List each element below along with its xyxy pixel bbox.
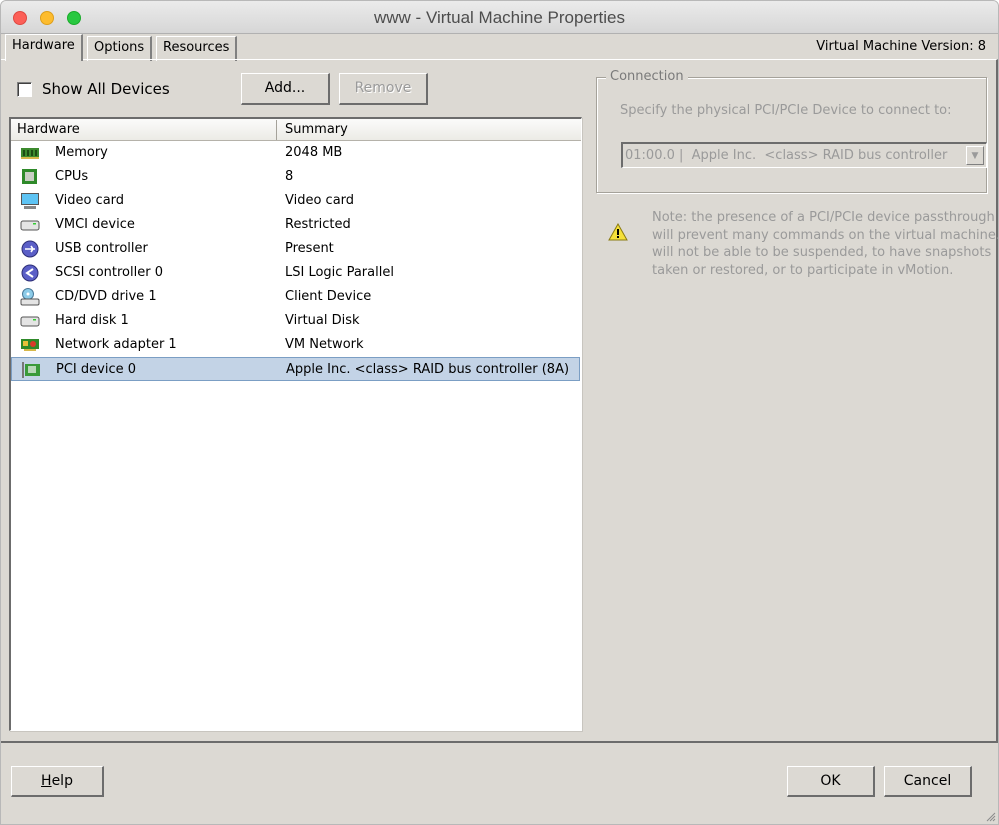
hardware-name: USB controller <box>55 241 148 256</box>
window-title: www - Virtual Machine Properties <box>374 8 625 27</box>
hardware-name: Memory <box>55 145 108 160</box>
connection-legend: Connection <box>606 69 688 84</box>
show-all-devices-checkbox[interactable] <box>17 81 32 97</box>
note-line: taken or restored, or to participate in … <box>652 262 954 278</box>
hardware-summary: 8 <box>285 169 294 184</box>
title-bar[interactable]: www - Virtual Machine Properties <box>1 1 998 34</box>
connection-group: Connection Specify the physical PCI/PCIe… <box>596 69 987 193</box>
hardware-summary: Apple Inc. <class> RAID bus controller (… <box>286 362 570 377</box>
hardware-name: CPUs <box>55 169 89 184</box>
help-accelerator: H <box>41 773 52 789</box>
table-row-cpus[interactable]: CPUs 8 <box>11 165 580 189</box>
tab-hardware[interactable]: Hardware <box>5 34 83 61</box>
show-all-devices-row[interactable]: Show All Devices <box>17 80 170 98</box>
table-row-vmci-device[interactable]: VMCI device Restricted <box>11 213 580 237</box>
passthrough-note: Note: the presence of a PCI/PCIe device … <box>652 209 998 279</box>
note-line: Note: the presence of a PCI/PCIe device … <box>652 210 995 225</box>
vm-version-label: Virtual Machine Version: 8 <box>816 39 986 54</box>
tab-resources[interactable]: Resources <box>156 36 238 61</box>
chevron-down-icon[interactable]: ▼ <box>966 146 984 165</box>
hardware-name: PCI device 0 <box>56 362 136 377</box>
remove-hardware-button[interactable]: Remove <box>339 73 428 105</box>
hardware-tab-panel: Show All Devices Add... Remove Hardware … <box>1 59 998 743</box>
column-header-summary[interactable]: Summary <box>285 122 348 137</box>
hardware-summary: Virtual Disk <box>285 313 360 328</box>
table-row-hard-disk[interactable]: Hard disk 1 Virtual Disk <box>11 309 580 333</box>
hardware-summary: Present <box>285 241 334 256</box>
cpu-icon <box>22 169 37 184</box>
table-row-usb-controller[interactable]: USB controller Present <box>11 237 580 261</box>
show-all-devices-label[interactable]: Show All Devices <box>42 80 170 98</box>
monitor-icon <box>21 193 39 209</box>
table-row-video-card[interactable]: Video card Video card <box>11 189 580 213</box>
hardware-table: Hardware Summary Memory 2048 MB CPUs 8 V… <box>9 117 582 731</box>
hardware-name: Network adapter 1 <box>55 337 177 352</box>
memory-icon <box>21 148 39 159</box>
pci-device-select[interactable]: 01:00.0 | Apple Inc. <class> RAID bus co… <box>621 142 987 168</box>
table-row-network-adapter[interactable]: Network adapter 1 VM Network <box>11 333 580 357</box>
hardware-summary: LSI Logic Parallel <box>285 265 394 280</box>
note-line: will not be able to be suspended, to hav… <box>652 245 992 260</box>
hardware-summary: Restricted <box>285 217 351 232</box>
note-line: will prevent many commands on the virtua… <box>652 227 998 243</box>
scsi-icon <box>21 264 39 282</box>
tab-strip: Hardware Options Resources Virtual Machi… <box>1 34 998 61</box>
hardware-name: Hard disk 1 <box>55 313 129 328</box>
cancel-button[interactable]: Cancel <box>884 766 972 797</box>
device-drive-icon <box>20 220 40 231</box>
table-row-cd-dvd-drive[interactable]: CD/DVD drive 1 Client Device <box>11 285 580 309</box>
network-adapter-icon <box>21 339 39 351</box>
vm-properties-window: www - Virtual Machine Properties Hardwar… <box>0 0 999 825</box>
connection-description: Specify the physical PCI/PCIe Device to … <box>620 103 952 118</box>
warning-icon <box>608 223 628 241</box>
cd-dvd-icon <box>20 288 40 306</box>
help-label: elp <box>51 773 73 789</box>
hardware-summary: VM Network <box>285 337 364 352</box>
hardware-summary: 2048 MB <box>285 145 343 160</box>
usb-icon <box>21 240 39 258</box>
hardware-summary: Client Device <box>285 289 372 304</box>
table-header: Hardware Summary <box>11 119 581 141</box>
pci-device-select-value: 01:00.0 | Apple Inc. <class> RAID bus co… <box>625 148 948 163</box>
tab-options[interactable]: Options <box>87 36 153 61</box>
column-divider[interactable] <box>276 120 277 140</box>
ok-button[interactable]: OK <box>787 766 875 797</box>
pci-card-icon <box>22 362 40 378</box>
hard-disk-icon <box>20 316 40 327</box>
hardware-name: Video card <box>55 193 125 208</box>
add-hardware-button[interactable]: Add... <box>241 73 330 105</box>
table-row-scsi-controller[interactable]: SCSI controller 0 LSI Logic Parallel <box>11 261 580 285</box>
help-button[interactable]: Help <box>11 766 104 797</box>
hardware-name: SCSI controller 0 <box>55 265 163 280</box>
hardware-summary: Video card <box>285 193 355 208</box>
hardware-name: VMCI device <box>55 217 135 232</box>
table-row-pci-device[interactable]: PCI device 0 Apple Inc. <class> RAID bus… <box>11 357 580 381</box>
resize-grip-icon[interactable] <box>984 810 996 822</box>
hardware-name: CD/DVD drive 1 <box>55 289 157 304</box>
table-row-memory[interactable]: Memory 2048 MB <box>11 141 580 165</box>
column-header-hardware[interactable]: Hardware <box>17 122 80 137</box>
